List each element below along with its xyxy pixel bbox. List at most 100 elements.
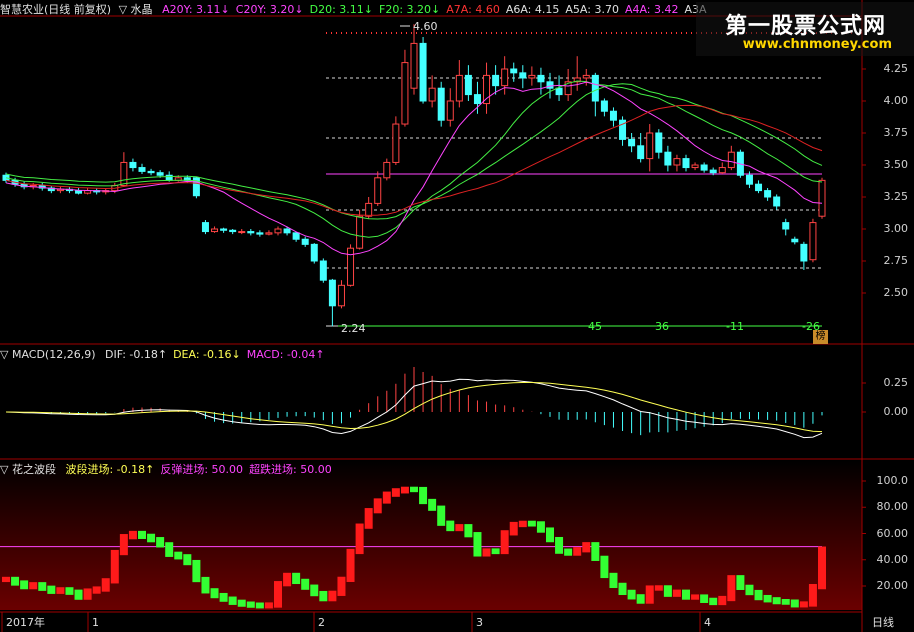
candle-body-72 <box>655 132 663 153</box>
period-label[interactable]: 日线 <box>872 616 894 629</box>
candle-body-23 <box>211 228 219 233</box>
wave-block-50 <box>455 524 464 532</box>
wave-block-23 <box>210 588 219 599</box>
candle-body-48 <box>437 87 445 121</box>
macd-title[interactable]: ▽ MACD(12,26,9) <box>0 348 96 361</box>
wave-block-51 <box>464 524 473 538</box>
candle-body-75 <box>682 158 690 169</box>
wave-block-36 <box>328 590 337 602</box>
wave-block-15 <box>138 530 146 539</box>
watermark-url: www.chnmoney.com <box>742 37 892 52</box>
wave-block-48 <box>437 505 446 526</box>
wave-block-0 <box>2 576 10 583</box>
macd-panel[interactable]: ▽ MACD(12,26,9) DIF: -0.18↑ DEA: -0.16↓ MA… <box>0 345 914 460</box>
wave-block-49 <box>446 520 455 532</box>
wave-block-41 <box>373 498 382 514</box>
price-tick-3: 3.50 <box>883 158 909 171</box>
wave-block-88 <box>799 601 808 608</box>
wave-block-45 <box>410 486 418 493</box>
price-tick-0: 4.25 <box>883 62 909 75</box>
candle-body-50 <box>455 74 463 102</box>
wave-block-43 <box>391 488 400 497</box>
wave-block-57 <box>518 520 527 528</box>
wave-block-14 <box>128 530 137 540</box>
wave-block-37 <box>337 576 346 596</box>
wave-block-59 <box>536 521 545 533</box>
ranking-badge[interactable]: 榜 <box>813 330 828 344</box>
candle-body-54 <box>492 74 500 87</box>
wave-block-17 <box>156 537 165 548</box>
wave-panel[interactable]: ▽ 花之波段 波段进场: -0.18↑ 反弹进场: 50.00 超跌进场: 50.0… <box>0 460 914 632</box>
wave-header-item-2: 超跌进场: 50.00 <box>249 463 332 476</box>
high-price-label: 4.60 <box>413 20 438 33</box>
wave-block-86 <box>781 598 790 605</box>
wave-block-40 <box>364 508 373 529</box>
stock-title[interactable]: 智慧农业(日线 前复权) <box>0 3 111 16</box>
wave-block-63 <box>573 547 582 556</box>
wave-block-75 <box>682 589 690 600</box>
wave-block-18 <box>165 542 174 557</box>
price-tick-7: 2.50 <box>883 286 909 299</box>
candle-body-34 <box>310 243 318 262</box>
wave-block-26 <box>237 599 246 607</box>
candle-body-84 <box>764 190 772 198</box>
candle-body-57 <box>519 72 527 79</box>
macd-tick-1: 0.00 <box>883 405 909 418</box>
wave-block-67 <box>609 572 618 589</box>
candle-body-38 <box>347 247 355 286</box>
wave-block-11 <box>101 578 110 592</box>
candle-body-27 <box>247 231 255 234</box>
candle-body-13 <box>120 161 128 186</box>
wave-block-76 <box>691 594 700 600</box>
wave-block-68 <box>618 582 627 596</box>
wave-block-44 <box>400 486 409 494</box>
candle-body-51 <box>464 74 472 96</box>
candle-body-66 <box>600 100 608 112</box>
wave-block-38 <box>346 548 355 582</box>
main-header-item-0: A20Y: 3.11↓ <box>162 3 230 16</box>
wave-block-73 <box>663 585 672 597</box>
wave-block-10 <box>92 586 101 594</box>
wave-block-32 <box>292 572 301 585</box>
count-label-2: 36 <box>655 320 669 333</box>
main-header-item-3: F20: 3.20↓ <box>379 3 441 16</box>
wave-block-72 <box>654 585 663 591</box>
low-price-label: 2.24 <box>341 322 366 335</box>
candle-body-25 <box>229 229 237 233</box>
price-tick-5: 3.00 <box>883 222 909 235</box>
candle-body-14 <box>129 161 137 169</box>
date-label-3: 3 <box>476 616 483 629</box>
wave-block-21 <box>192 559 201 583</box>
macd-tick-0: 0.25 <box>883 376 909 389</box>
date-label-2: 2 <box>318 616 325 629</box>
indicator-name[interactable]: ▽ 水晶 <box>119 3 153 16</box>
wave-block-85 <box>772 597 781 605</box>
main-header-item-2: D20: 3.11↓ <box>309 3 374 16</box>
main-header-item-1: C20Y: 3.20↓ <box>235 3 304 16</box>
wave-tick-0: 100.0 <box>876 474 909 487</box>
main-chart-panel[interactable]: 智慧农业(日线 前复权) ▽ 水晶 A20Y: 3.11↓ C20Y: 3.20↓… <box>0 0 914 345</box>
main-header-item-4: A7A: 4.60 <box>446 3 500 16</box>
wave-block-4 <box>38 582 47 591</box>
candle-body-59 <box>537 74 545 83</box>
candle-body-29 <box>265 232 273 235</box>
wave-title[interactable]: ▽ 花之波段 <box>0 463 56 476</box>
candle-body-58 <box>528 74 536 79</box>
wave-block-20 <box>183 554 192 566</box>
wave-block-61 <box>555 536 564 554</box>
wave-block-47 <box>428 498 437 511</box>
wave-block-13 <box>119 534 128 556</box>
wave-block-87 <box>790 599 799 608</box>
wave-block-80 <box>727 575 736 602</box>
wave-block-34 <box>310 584 319 597</box>
wave-block-9 <box>83 588 92 600</box>
candle-body-73 <box>664 151 672 166</box>
wave-block-39 <box>355 523 364 555</box>
wave-block-3 <box>29 582 38 590</box>
watermark-title: 第一股票公式网 <box>724 14 886 39</box>
wave-block-27 <box>246 601 255 608</box>
main-header-item-6: A5A: 3.70 <box>565 3 619 16</box>
wave-block-77 <box>700 594 709 603</box>
wave-block-16 <box>147 533 156 543</box>
wave-block-69 <box>627 589 636 600</box>
